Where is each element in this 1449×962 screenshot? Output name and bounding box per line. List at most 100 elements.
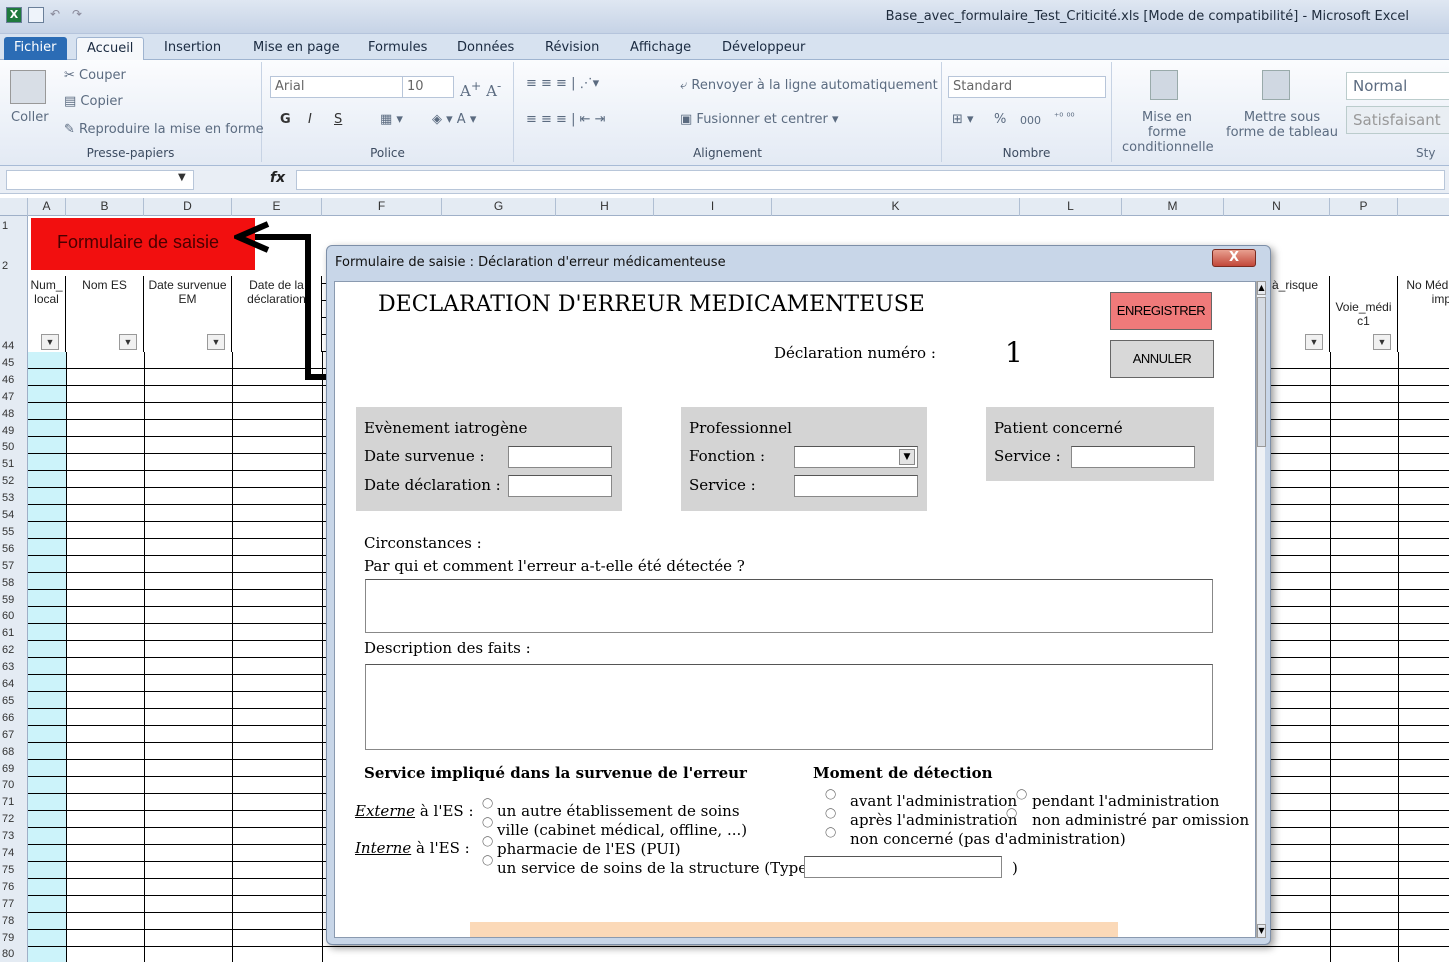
col-header[interactable]: M	[1122, 198, 1224, 216]
row-header[interactable]: 48	[2, 408, 14, 420]
redo-icon[interactable]: ↷	[72, 7, 88, 23]
name-box[interactable]	[6, 170, 194, 190]
filter-dropdown-icon[interactable]: ▼	[1305, 334, 1323, 350]
radio-non-concerne[interactable]: ◯	[825, 827, 836, 838]
conditional-format-button[interactable]: Mise en forme conditionnelle	[1122, 110, 1214, 155]
service-type-input[interactable]	[804, 856, 1002, 878]
scroll-thumb[interactable]	[1257, 297, 1266, 447]
tab-file[interactable]: Fichier	[4, 37, 67, 60]
tab-insert[interactable]: Insertion	[154, 37, 231, 60]
wrap-text-button[interactable]: ⤶ Renvoyer à la ligne automatiquement	[680, 78, 938, 93]
col-header[interactable]: I	[654, 198, 772, 216]
row-header[interactable]: 72	[2, 813, 14, 825]
row-header[interactable]: 45	[2, 357, 14, 369]
tab-view[interactable]: Affichage	[620, 37, 701, 60]
tab-data[interactable]: Données	[447, 37, 524, 60]
radio-autre[interactable]: ◯	[482, 798, 493, 809]
col-header[interactable]: F	[322, 198, 442, 216]
row-header[interactable]: 54	[2, 509, 14, 521]
close-button[interactable]: X	[1212, 249, 1256, 267]
row-header[interactable]: 46	[2, 374, 14, 386]
row-header[interactable]: 67	[2, 729, 14, 741]
col-header[interactable]: P	[1330, 198, 1398, 216]
row-header[interactable]: 51	[2, 458, 14, 470]
decimal-icon[interactable]: ⁺⁰ ⁰⁰	[1054, 112, 1074, 123]
merge-center-button[interactable]: ▣ Fusionner et centrer ▾	[680, 112, 839, 127]
row-header[interactable]: 71	[2, 796, 14, 808]
radio-pendant[interactable]: ◯	[1016, 789, 1027, 800]
format-table-icon[interactable]	[1262, 70, 1290, 100]
row-header[interactable]: 56	[2, 543, 14, 555]
pro-service-input[interactable]	[794, 475, 918, 497]
scroll-up-icon[interactable]: ▲	[1257, 281, 1266, 295]
row-header[interactable]: 44	[2, 340, 14, 352]
style-good[interactable]: Satisfaisant	[1346, 106, 1449, 134]
col-header[interactable]: L	[1020, 198, 1122, 216]
row-header[interactable]: 62	[2, 644, 14, 656]
row-header[interactable]: 80	[2, 948, 14, 960]
col-header[interactable]: E	[232, 198, 322, 216]
align-left-icon[interactable]: ≡ ≡ ≡ | ⇤ ⇥	[526, 112, 606, 127]
thousands-button[interactable]: 000	[1020, 114, 1041, 127]
row-header[interactable]: 55	[2, 526, 14, 538]
borders-icon[interactable]: ▦ ▾	[380, 112, 403, 127]
row-header[interactable]: 70	[2, 779, 14, 791]
row-header[interactable]: 66	[2, 712, 14, 724]
row-header[interactable]: 64	[2, 678, 14, 690]
align-top-icon[interactable]: ≡ ≡ ≡ | ⋰▾	[526, 76, 599, 91]
format-table-button[interactable]: Mettre sous forme de tableau	[1224, 110, 1340, 140]
fill-color-icon[interactable]: ◈ ▾ A ▾	[432, 112, 476, 127]
radio-ville[interactable]: ◯	[482, 817, 493, 828]
accounting-icon[interactable]: ⊞ ▾	[952, 112, 974, 127]
name-box-dropdown-icon[interactable]: ▼	[178, 172, 186, 183]
header-cell-voie[interactable]: Voie_médi c1 ▼	[1330, 276, 1398, 352]
save-button[interactable]: ENREGISTRER	[1110, 292, 1212, 330]
col-header[interactable]: G	[442, 198, 556, 216]
row-header[interactable]: 68	[2, 746, 14, 758]
tab-page-layout[interactable]: Mise en page	[243, 37, 350, 60]
paste-button[interactable]: Coller	[11, 110, 49, 125]
row-header[interactable]: 73	[2, 830, 14, 842]
filter-dropdown-icon[interactable]: ▼	[41, 334, 59, 350]
col-header[interactable]: K	[772, 198, 1020, 216]
radio-non-administre[interactable]: ◯	[1006, 808, 1017, 819]
description-textarea[interactable]	[365, 664, 1213, 750]
radio-service[interactable]: ◯	[482, 855, 493, 866]
row-header[interactable]: 69	[2, 763, 14, 775]
grow-font-button[interactable]: A+ A-	[460, 78, 501, 100]
patient-service-input[interactable]	[1071, 446, 1195, 468]
row-header[interactable]: 76	[2, 881, 14, 893]
fx-icon[interactable]: fx	[270, 170, 285, 186]
radio-apres[interactable]: ◯	[825, 808, 836, 819]
row-header[interactable]: 63	[2, 661, 14, 673]
cut-button[interactable]: ✂ Couper	[64, 68, 126, 83]
number-format-select[interactable]: Standard	[948, 76, 1106, 98]
date-survenue-input[interactable]	[508, 446, 612, 468]
row-header[interactable]: 60	[2, 610, 14, 622]
header-cell-medicament[interactable]: No Médi imp	[1398, 276, 1449, 352]
filter-dropdown-icon[interactable]: ▼	[207, 334, 225, 350]
bold-button[interactable]: G	[280, 112, 291, 127]
col-header[interactable]: N	[1224, 198, 1330, 216]
filter-dropdown-icon[interactable]: ▼	[119, 334, 137, 350]
copy-button[interactable]: ▤ Copier	[64, 94, 123, 109]
header-cell-num-local[interactable]: Num_ local ▼	[28, 276, 66, 352]
row-header[interactable]: 78	[2, 915, 14, 927]
tab-formulas[interactable]: Formules	[358, 37, 437, 60]
tab-developer[interactable]: Développeur	[712, 37, 815, 60]
tab-home[interactable]: Accueil	[76, 37, 145, 60]
font-name-select[interactable]: Arial	[270, 76, 404, 98]
fonction-select[interactable]: ▼	[794, 446, 918, 468]
filter-dropdown-icon[interactable]: ▼	[1373, 334, 1391, 350]
date-declaration-input[interactable]	[508, 475, 612, 497]
paste-icon[interactable]	[10, 70, 46, 104]
column-a-cells[interactable]	[28, 352, 66, 962]
col-header[interactable]: D	[144, 198, 232, 216]
row-header[interactable]: 49	[2, 425, 14, 437]
conditional-format-icon[interactable]	[1150, 70, 1178, 100]
row-header[interactable]: 2	[2, 260, 8, 272]
dialog-scrollbar[interactable]: ▲ ▼	[1256, 281, 1266, 938]
italic-button[interactable]: I	[308, 112, 312, 127]
undo-icon[interactable]: ↶	[50, 7, 66, 23]
save-icon[interactable]	[28, 7, 44, 23]
